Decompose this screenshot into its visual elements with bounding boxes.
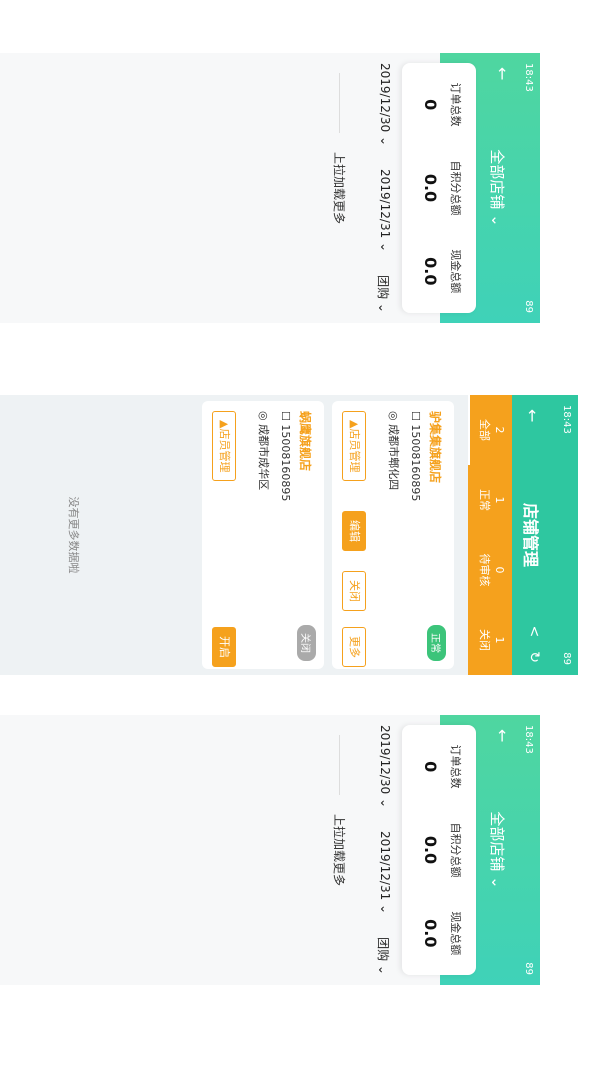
status-tabs: 2 全部 1 正常 0 待审核 1 关闭 bbox=[468, 395, 512, 675]
close-button[interactable]: 关闭 bbox=[342, 571, 366, 611]
location-icon: ◎ bbox=[257, 411, 270, 425]
tab-pending[interactable]: 0 待审核 bbox=[468, 535, 512, 605]
store-phone: ☐ 15008160895 bbox=[279, 411, 292, 502]
store-header: 18:43 89 ← 店铺管理 < ↻ bbox=[512, 395, 578, 675]
store-card: 驴集集旗舰店 正常 ☐ 15008160895 ◎ 成都市郫化四 ▲店员管理 编… bbox=[332, 401, 454, 669]
open-button[interactable]: 开启 bbox=[212, 627, 236, 667]
status-time: 18:43 bbox=[561, 405, 572, 434]
tab-normal[interactable]: 1 正常 bbox=[468, 465, 512, 535]
filter-row: 2019/12/30 ⌄ 2019/12/31 ⌄ 团购 ⌄ bbox=[372, 63, 392, 313]
stats-card: 订单总数 0 自积分总额 0.0 现金总额 0.0 bbox=[402, 725, 476, 975]
edit-button[interactable]: 编辑 bbox=[342, 511, 366, 551]
store-selector[interactable]: 全部店铺 ⌄ bbox=[487, 715, 508, 985]
store-address: ◎ 成都市成华区 bbox=[257, 411, 270, 491]
store-card: 蜗鹰旗舰店 关闭 ☐ 15008160895 ◎ 成都市成华区 ▲店员管理 开启 bbox=[202, 401, 324, 669]
status-time: 18:43 bbox=[523, 725, 534, 754]
header-actions: < ↻ bbox=[526, 626, 542, 663]
tab-closed[interactable]: 1 关闭 bbox=[468, 605, 512, 675]
store-phone: ☐ 15008160895 bbox=[409, 411, 422, 502]
load-more-text: 上拉加载更多 bbox=[332, 813, 346, 886]
stat-orders: 订单总数 0 bbox=[421, 744, 462, 789]
end-date-dropdown[interactable]: 2019/12/31 ⌄ bbox=[372, 169, 392, 252]
store-name: 蜗鹰旗舰店 bbox=[298, 411, 312, 472]
more-button[interactable]: 更多 bbox=[342, 627, 366, 667]
store-management-screen: 18:43 89 ← 店铺管理 < ↻ 2 全部 1 正常 0 待审核 1 关闭 驴集集… bbox=[0, 395, 578, 675]
store-name: 驴集集旗舰店 bbox=[428, 411, 442, 484]
dashboard-screen-bottom: 18:43 89 ← 全部店铺 ⌄ 订单总数 0 自积分总额 0.0 现金总额 … bbox=[0, 715, 540, 985]
stat-orders: 订单总数 0 bbox=[421, 82, 462, 127]
refresh-icon[interactable]: ↻ bbox=[526, 651, 542, 663]
stats-card: 订单总数 0 自积分总额 0.0 现金总额 0.0 bbox=[402, 63, 476, 313]
filter-row: 2019/12/30 ⌄ 2019/12/31 ⌄ 团购 ⌄ bbox=[372, 725, 392, 975]
stat-cash: 现金总额 0.0 bbox=[421, 911, 462, 956]
share-icon[interactable]: < bbox=[526, 626, 542, 638]
battery-icon: 89 bbox=[561, 652, 572, 665]
no-more-data-text: 没有更多数据啦 bbox=[67, 496, 80, 574]
staff-manage-button[interactable]: ▲店员管理 bbox=[342, 411, 366, 482]
location-icon: ◎ bbox=[387, 411, 400, 425]
store-address: ◎ 成都市郫化四 bbox=[387, 411, 400, 491]
dashboard-screen-top: 18:43 89 ← 全部店铺 ⌄ 订单总数 0 自积分总额 0.0 现金总额 … bbox=[0, 53, 540, 323]
store-selector[interactable]: 全部店铺 ⌄ bbox=[487, 53, 508, 323]
status-bar: 18:43 89 bbox=[556, 405, 572, 665]
load-more-text: 上拉加载更多 bbox=[332, 151, 346, 224]
start-date-dropdown[interactable]: 2019/12/30 ⌄ bbox=[372, 725, 392, 808]
stat-cash: 现金总额 0.0 bbox=[421, 249, 462, 294]
stat-points: 自积分总额 0.0 bbox=[421, 822, 462, 878]
end-date-dropdown[interactable]: 2019/12/31 ⌄ bbox=[372, 831, 392, 914]
start-date-dropdown[interactable]: 2019/12/30 ⌄ bbox=[372, 63, 392, 146]
status-badge: 正常 bbox=[427, 625, 446, 661]
status-time: 18:43 bbox=[523, 63, 534, 92]
tab-all[interactable]: 2 全部 bbox=[468, 395, 512, 465]
status-badge: 关闭 bbox=[297, 625, 316, 661]
phone-icon: ☐ bbox=[279, 411, 292, 425]
type-dropdown[interactable]: 团购 ⌄ bbox=[372, 275, 392, 313]
stat-points: 自积分总额 0.0 bbox=[421, 160, 462, 216]
battery-icon: 89 bbox=[523, 962, 534, 975]
status-bar: 18:43 89 bbox=[518, 63, 534, 313]
status-bar: 18:43 89 bbox=[518, 725, 534, 975]
phone-icon: ☐ bbox=[409, 411, 422, 425]
type-dropdown[interactable]: 团购 ⌄ bbox=[372, 937, 392, 975]
battery-icon: 89 bbox=[523, 300, 534, 313]
staff-manage-button[interactable]: ▲店员管理 bbox=[212, 411, 236, 482]
